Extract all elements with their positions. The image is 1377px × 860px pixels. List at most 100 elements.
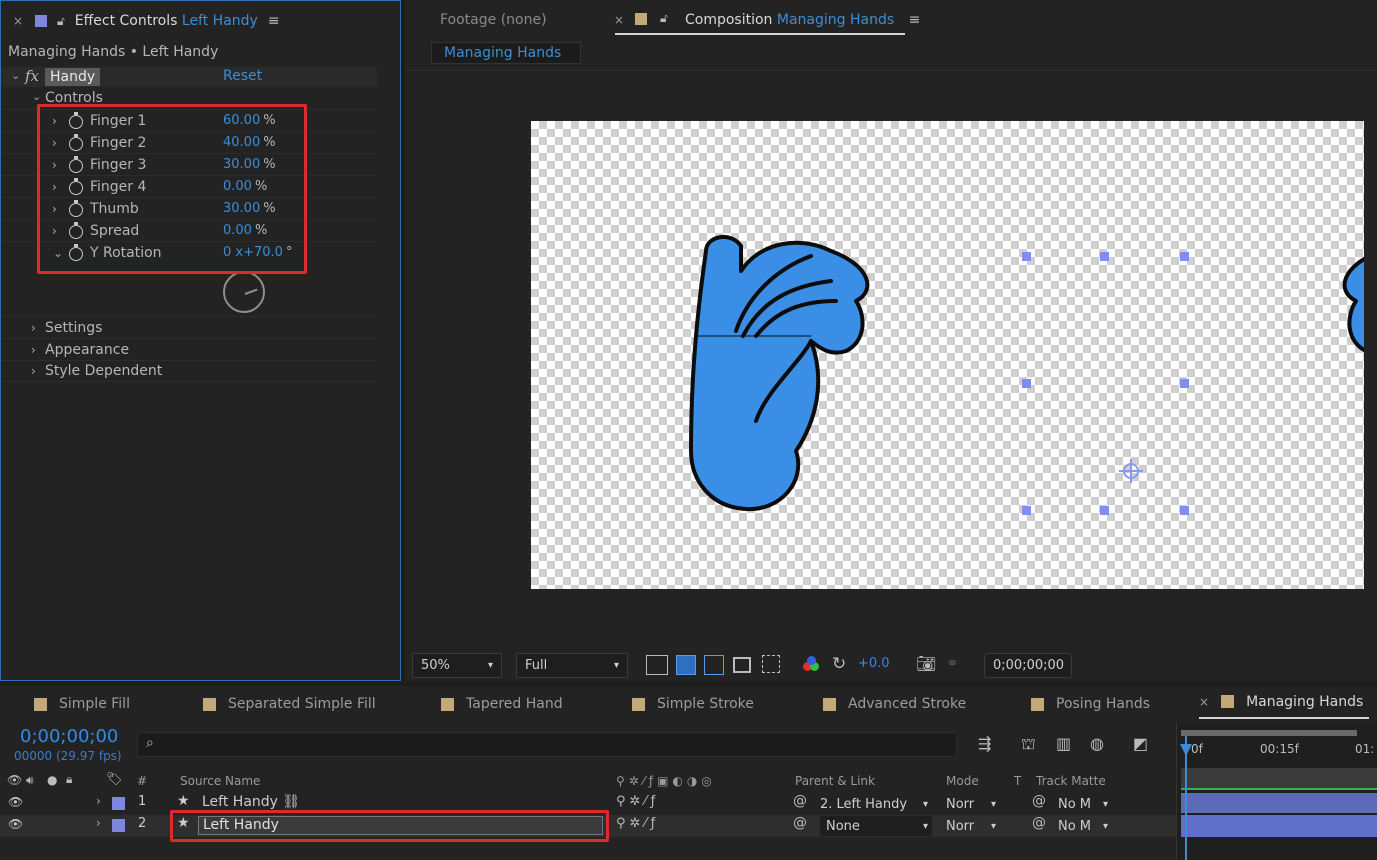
left-hand	[689, 235, 870, 512]
tab-simple-stroke[interactable]: Simple Stroke	[632, 686, 754, 722]
reset-exposure-icon[interactable]: ↻	[832, 654, 846, 674]
mode-select[interactable]: Norr ▾	[946, 816, 1000, 836]
parent-select[interactable]: None ▾	[820, 816, 932, 836]
current-time[interactable]: 0;00;00;00	[20, 726, 118, 747]
layer-bar[interactable]	[1181, 815, 1377, 837]
lock-icon[interactable]: 🔓︎	[660, 11, 668, 26]
search-icon: ⌕	[146, 735, 154, 751]
fx-icon[interactable]: fx	[25, 67, 39, 85]
active-tab-underline	[615, 33, 905, 35]
transparency-grid-icon[interactable]	[676, 655, 696, 675]
snapshot-camera-icon[interactable]: 📷︎	[916, 654, 936, 673]
track-matte-select[interactable]: No M ▾	[1058, 794, 1112, 814]
comp-subtab[interactable]: Managing Hands	[431, 42, 581, 64]
label-color-icon	[632, 697, 645, 711]
track-matte-select[interactable]: No M ▾	[1058, 816, 1112, 836]
exposure-value[interactable]: +0.0	[858, 656, 890, 671]
mode-select[interactable]: Norr ▾	[946, 794, 1000, 814]
chevron-right-icon[interactable]: ›	[96, 794, 101, 808]
work-area-bar[interactable]	[1181, 730, 1357, 736]
label-color-icon	[1031, 697, 1044, 711]
reset-button[interactable]: Reset	[223, 68, 262, 84]
panel-menu-icon: ≡	[908, 12, 921, 28]
comp-canvas[interactable]	[531, 121, 1377, 589]
layer-bar[interactable]	[1181, 793, 1377, 813]
tab-tapered-hand[interactable]: Tapered Hand	[441, 686, 563, 722]
group-appearance[interactable]: › Appearance	[1, 338, 377, 360]
close-icon[interactable]: ×	[614, 13, 624, 27]
show-snapshot-icon[interactable]: ⚭	[946, 654, 959, 672]
timeline-tabs: Simple Fill Separated Simple Fill Tapere…	[0, 686, 1377, 722]
tab-advanced-stroke[interactable]: Advanced Stroke	[823, 686, 966, 722]
group-style-dependent[interactable]: › Style Dependent	[1, 360, 377, 382]
switches-icons: ⚲✲⁄ƒ▣◐◑◎	[616, 774, 716, 788]
eye-icon[interactable]: 👁︎	[8, 817, 23, 831]
label-color-icon	[203, 697, 216, 711]
rgb-channels-icon[interactable]	[803, 656, 821, 674]
col-source-name[interactable]: Source Name	[180, 774, 260, 788]
effect-controls-tab[interactable]: × 🔓︎ Effect Controls Left Handy ≡	[1, 1, 400, 41]
current-time-display[interactable]: 0;00;00;00	[984, 653, 1072, 678]
grid-guides-icon[interactable]	[762, 655, 780, 673]
region-of-interest-icon[interactable]	[733, 657, 751, 673]
chevron-right-icon[interactable]: ›	[31, 364, 36, 378]
tab-footage[interactable]: Footage (none)	[440, 12, 547, 28]
chevron-down-icon[interactable]: ⌄	[32, 90, 41, 103]
tab-composition[interactable]: Composition Managing Hands ≡	[685, 12, 920, 28]
rotation-dial[interactable]	[223, 271, 265, 313]
label-color-icon	[441, 697, 454, 711]
comp-flowchart-icon[interactable]: ⇶	[978, 734, 991, 753]
col-number: #	[137, 774, 148, 788]
close-icon: ×	[1199, 694, 1210, 709]
eye-icon[interactable]: 👁︎	[8, 795, 23, 809]
shape-layer-icon: ★	[177, 793, 190, 809]
time-ruler-area[interactable]: 0f 00:15f 01:	[1176, 722, 1377, 860]
chevron-down-icon[interactable]: ⌄	[11, 69, 20, 82]
pick-whip-icon[interactable]: @	[793, 793, 807, 809]
tab-simple-fill[interactable]: Simple Fill	[34, 686, 130, 722]
col-parent[interactable]: Parent & Link	[795, 774, 875, 788]
hands-illustration	[689, 235, 1377, 515]
chevron-right-icon[interactable]: ›	[96, 816, 101, 830]
col-t: T	[1014, 774, 1022, 788]
group-settings[interactable]: › Settings	[1, 316, 377, 338]
zoom-select[interactable]: 50% ▾	[412, 653, 502, 678]
eye-icon: 👁︎	[7, 773, 23, 787]
search-input[interactable]: ⌕	[137, 732, 957, 757]
motion-blur-icon[interactable]: ◍	[1090, 734, 1104, 753]
chevron-right-icon[interactable]: ›	[31, 321, 36, 335]
shy-layers-icon[interactable]: ⛫	[1021, 734, 1036, 755]
tab-separated-simple-fill[interactable]: Separated Simple Fill	[203, 686, 376, 722]
fast-preview-icon[interactable]	[646, 655, 668, 675]
graph-editor-icon[interactable]: ◩	[1133, 734, 1148, 753]
highlight-box	[170, 810, 609, 842]
breadcrumb: Managing Hands • Left Handy	[8, 44, 219, 60]
lock-icon[interactable]: 🔓︎	[57, 14, 65, 29]
chevron-right-icon[interactable]: ›	[31, 343, 36, 357]
chevron-down-icon: ▾	[487, 660, 493, 671]
label-color-icon[interactable]	[112, 819, 125, 832]
track-matte-pick-icon[interactable]: @	[1032, 815, 1046, 831]
close-icon[interactable]: ×	[13, 14, 25, 28]
tab-posing-hands[interactable]: Posing Hands	[1031, 686, 1150, 722]
label-tag-icon: 🏷︎	[106, 772, 123, 787]
dial-hand	[244, 288, 258, 295]
ruler-tick: 01:	[1355, 742, 1375, 756]
audio-icon: 🔊︎	[26, 773, 34, 787]
pick-whip-icon[interactable]: @	[793, 815, 807, 831]
effect-name[interactable]: Handy	[45, 68, 101, 86]
label-color-icon[interactable]	[112, 797, 125, 810]
layer-switches[interactable]: ⚲✲⁄ƒ	[616, 816, 659, 831]
frame-blending-icon[interactable]: ▥	[1056, 734, 1071, 753]
col-track-matte[interactable]: Track Matte	[1036, 774, 1106, 788]
panel-menu-icon[interactable]: ≡	[268, 13, 280, 29]
layer-name[interactable]: Left Handy ⛓	[202, 794, 300, 810]
col-mode[interactable]: Mode	[946, 774, 979, 788]
layer-bar-marker	[1181, 788, 1377, 790]
layer-switches[interactable]: ⚲✲⁄ƒ	[616, 794, 659, 809]
mask-path-icon[interactable]	[704, 655, 724, 675]
parent-select[interactable]: 2. Left Handy ▾	[820, 794, 932, 814]
tab-managing-hands[interactable]: × Managing Hands	[1199, 686, 1369, 719]
track-matte-pick-icon[interactable]: @	[1032, 793, 1046, 809]
resolution-select[interactable]: Full ▾	[516, 653, 628, 678]
